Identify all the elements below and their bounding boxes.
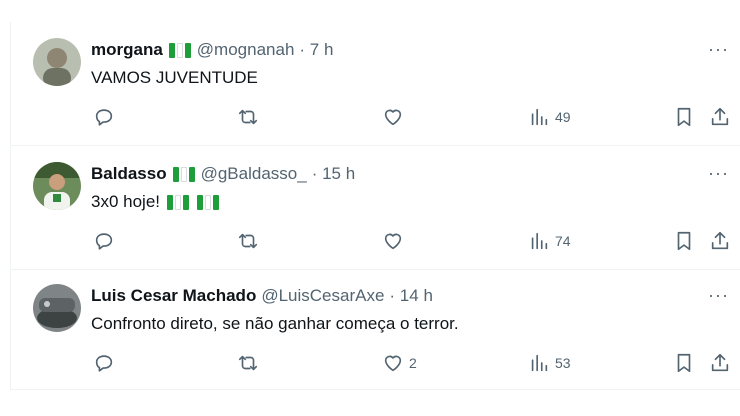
display-name[interactable]: Luis Cesar Machado: [91, 286, 256, 306]
share-button[interactable]: [709, 106, 731, 128]
timestamp[interactable]: · 14 h: [389, 286, 432, 306]
reply-icon: [95, 109, 113, 126]
views-button[interactable]: 53: [528, 352, 571, 374]
view-count: 53: [555, 355, 571, 371]
heart-icon: [384, 355, 402, 372]
user-handle[interactable]: @gBaldasso_: [201, 164, 307, 184]
flag-emoji: [197, 194, 219, 210]
bookmark-icon: [677, 107, 691, 127]
reply-button[interactable]: [93, 106, 115, 128]
views-button[interactable]: 49: [528, 106, 571, 128]
share-icon: [711, 231, 729, 250]
display-name[interactable]: morgana: [91, 40, 163, 60]
share-button[interactable]: [709, 352, 731, 374]
timestamp[interactable]: · 15 h: [312, 164, 355, 184]
tweet[interactable]: Luis Cesar Machado @LuisCesarAxe · 14 h …: [11, 270, 740, 390]
more-icon[interactable]: ···: [708, 40, 729, 58]
avatar[interactable]: [33, 38, 81, 86]
like-count: 2: [409, 355, 417, 371]
tweet-text: 3x0 hoje!: [91, 192, 160, 211]
heart-icon: [384, 109, 402, 126]
more-icon[interactable]: ···: [708, 164, 729, 182]
flag-emoji: [172, 166, 195, 182]
analytics-icon: [531, 108, 548, 126]
reply-button[interactable]: [93, 230, 115, 252]
reply-button[interactable]: [93, 352, 115, 374]
share-icon: [711, 353, 729, 372]
retweet-icon: [238, 355, 258, 371]
bookmark-button[interactable]: [673, 106, 695, 128]
timeline-feed: morgana @mognanah · 7 h ··· VAMOS JUVENT…: [10, 22, 740, 390]
heart-icon: [384, 233, 402, 250]
bookmark-icon: [677, 353, 691, 373]
like-button[interactable]: [382, 106, 409, 128]
display-name[interactable]: Baldasso: [91, 164, 167, 184]
analytics-icon: [531, 232, 548, 250]
user-handle[interactable]: @LuisCesarAxe: [261, 286, 384, 306]
retweet-button[interactable]: [237, 106, 259, 128]
more-icon[interactable]: ···: [708, 286, 729, 304]
timestamp[interactable]: · 7 h: [299, 40, 333, 60]
bookmark-button[interactable]: [673, 230, 695, 252]
tweet[interactable]: morgana @mognanah · 7 h ··· VAMOS JUVENT…: [11, 22, 740, 146]
view-count: 74: [555, 233, 571, 249]
flag-emoji: [167, 194, 189, 210]
like-button[interactable]: 2: [382, 352, 417, 374]
reply-icon: [95, 355, 113, 372]
analytics-icon: [531, 354, 548, 372]
views-button[interactable]: 74: [528, 230, 571, 252]
avatar[interactable]: [33, 162, 81, 210]
bookmark-button[interactable]: [673, 352, 695, 374]
user-handle[interactable]: @mognanah: [197, 40, 295, 60]
tweet-text: Confronto direto, se não ganhar começa o…: [91, 314, 459, 333]
avatar[interactable]: [33, 284, 81, 332]
like-button[interactable]: [382, 230, 409, 252]
share-icon: [711, 107, 729, 126]
retweet-icon: [238, 233, 258, 249]
retweet-button[interactable]: [237, 352, 259, 374]
reply-icon: [95, 233, 113, 250]
tweet[interactable]: Baldasso @gBaldasso_ · 15 h ··· 3x0 hoje…: [11, 146, 740, 270]
flag-emoji: [168, 42, 191, 58]
share-button[interactable]: [709, 230, 731, 252]
view-count: 49: [555, 109, 571, 125]
retweet-icon: [238, 109, 258, 125]
tweet-text: VAMOS JUVENTUDE: [91, 68, 258, 87]
bookmark-icon: [677, 231, 691, 251]
retweet-button[interactable]: [237, 230, 259, 252]
